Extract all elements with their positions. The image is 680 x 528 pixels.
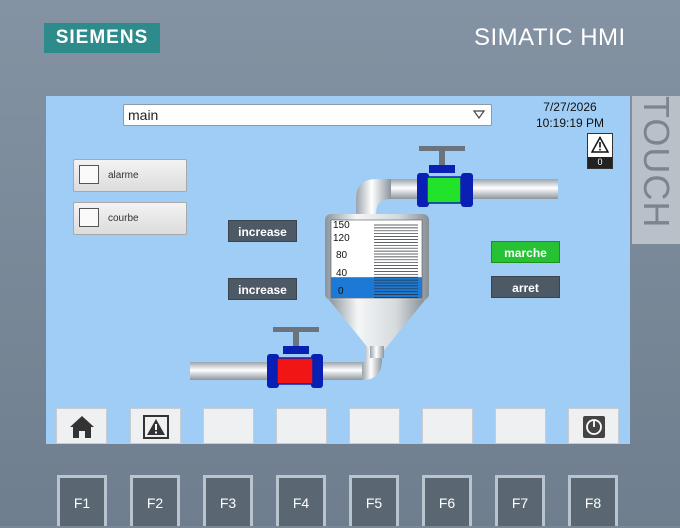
softkey-7[interactable] [495,408,546,444]
gauge-tick-label: 80 [336,250,348,261]
gauge-tick-label: 40 [336,268,348,279]
model-title: SIMATIC HMI [474,24,626,51]
process-diagram [190,146,558,388]
function-key-f8[interactable]: F8 [568,475,618,526]
hmi-screen: main 7/27/2026 10:19:19 PM 0 alarme cour… [46,96,630,444]
home-icon [70,416,94,438]
function-key-f2[interactable]: F2 [130,475,180,526]
touch-label: TOUCH [632,96,680,244]
softkey-power[interactable] [568,408,619,444]
alarm-warning-icon [143,415,169,439]
gauge-tick-label: 150 [333,220,350,231]
function-key-f4[interactable]: F4 [276,475,326,526]
function-key-f1[interactable]: F1 [57,475,107,526]
power-icon [583,416,605,438]
gauge-tick-label: 0 [338,286,344,297]
outlet-valve[interactable] [417,146,473,207]
inlet-valve[interactable] [267,327,323,388]
function-key-f3[interactable]: F3 [203,475,253,526]
gauge-tick-label: 120 [333,233,350,244]
softkey-6[interactable] [422,408,473,444]
hmi-panel: SIEMENS SIMATIC HMI TOUCH main 7/27/2026… [0,0,680,526]
siemens-logo: SIEMENS [44,23,160,53]
softkey-4[interactable] [276,408,327,444]
touch-text: TOUCH [636,96,677,229]
softkey-3[interactable] [203,408,254,444]
softkey-home[interactable] [56,408,107,444]
function-key-f7[interactable]: F7 [495,475,545,526]
function-key-f6[interactable]: F6 [422,475,472,526]
function-key-f5[interactable]: F5 [349,475,399,526]
brand-text: SIEMENS [55,27,149,48]
softkey-5[interactable] [349,408,400,444]
softkey-alarm[interactable] [130,408,181,444]
